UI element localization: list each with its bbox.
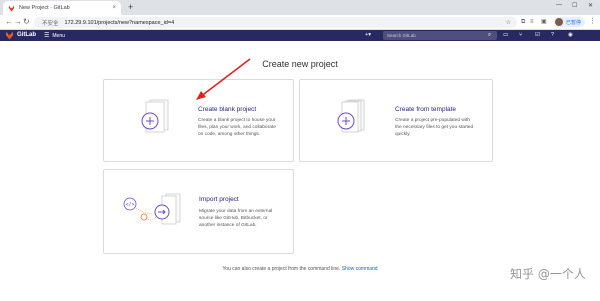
annotation-arrow-icon bbox=[196, 58, 251, 100]
watermark: 知乎 @一个人 bbox=[510, 267, 586, 281]
